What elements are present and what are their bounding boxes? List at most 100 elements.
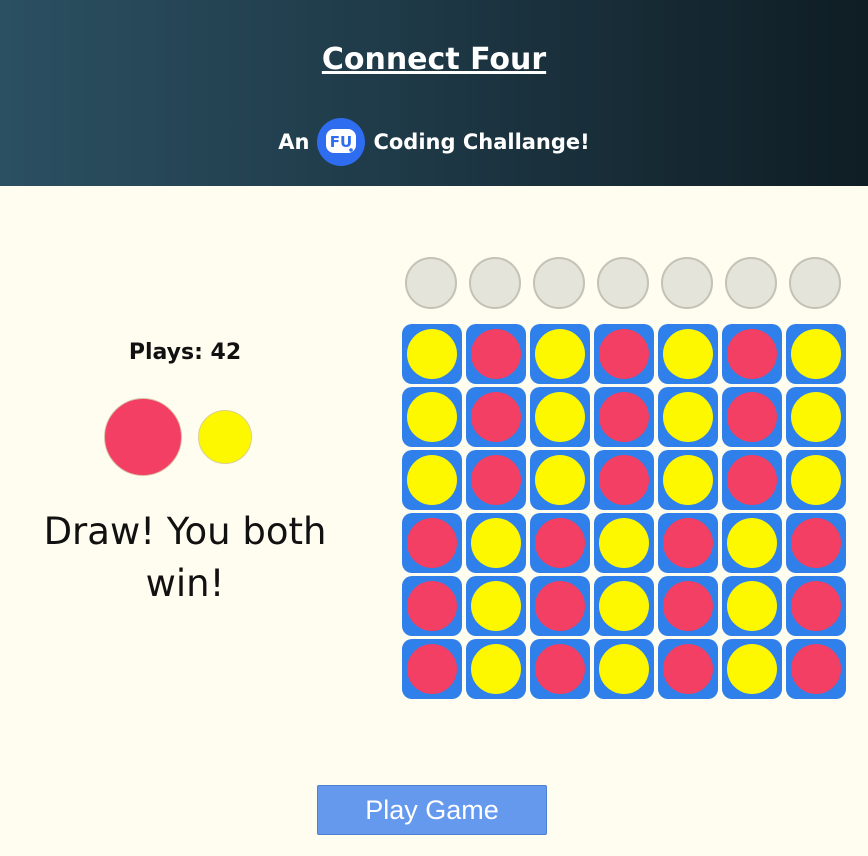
board-cell[interactable] (466, 387, 526, 447)
board-cell[interactable] (786, 450, 846, 510)
red-disc (535, 644, 585, 694)
board-cell[interactable] (658, 639, 718, 699)
red-disc (791, 581, 841, 631)
drop-slot-col-3[interactable] (533, 257, 585, 309)
red-disc (727, 329, 777, 379)
svg-text:FU: FU (330, 133, 352, 151)
board-cell[interactable] (658, 576, 718, 636)
red-disc (791, 644, 841, 694)
board-cell[interactable] (786, 513, 846, 573)
red-disc (535, 518, 585, 568)
board-cell[interactable] (722, 513, 782, 573)
red-disc (407, 518, 457, 568)
page-header: Connect Four An FU Coding Challange! (0, 0, 868, 186)
yellow-disc (471, 644, 521, 694)
board-cell[interactable] (402, 324, 462, 384)
drop-slot-col-6[interactable] (725, 257, 777, 309)
game-message: Draw! You both win! (43, 510, 327, 605)
yellow-disc (663, 329, 713, 379)
drop-slot-col-2[interactable] (469, 257, 521, 309)
board-cell[interactable] (402, 387, 462, 447)
yellow-disc (535, 392, 585, 442)
red-disc (727, 392, 777, 442)
board-cell[interactable] (658, 513, 718, 573)
board-cell[interactable] (530, 387, 590, 447)
board-cell[interactable] (722, 639, 782, 699)
yellow-disc (663, 392, 713, 442)
board-cell[interactable] (402, 576, 462, 636)
yellow-disc (407, 329, 457, 379)
drop-slot-col-4[interactable] (597, 257, 649, 309)
drop-slot-col-7[interactable] (789, 257, 841, 309)
red-disc (599, 392, 649, 442)
red-disc (663, 644, 713, 694)
board-cell[interactable] (594, 576, 654, 636)
yellow-disc (599, 518, 649, 568)
red-disc (407, 644, 457, 694)
red-disc (471, 329, 521, 379)
board-cell[interactable] (402, 450, 462, 510)
red-disc (599, 329, 649, 379)
board-cell[interactable] (466, 450, 526, 510)
subtitle-prefix: An (278, 130, 310, 154)
board-cell[interactable] (402, 513, 462, 573)
board-cell[interactable] (658, 324, 718, 384)
board-cell[interactable] (594, 639, 654, 699)
play-game-button[interactable]: Play Game (317, 785, 547, 835)
yellow-disc (727, 518, 777, 568)
board-cell[interactable] (786, 387, 846, 447)
game-board (402, 256, 848, 702)
board-cell[interactable] (594, 387, 654, 447)
board-cell[interactable] (594, 513, 654, 573)
status-panel: Plays: 42 Draw! You both win! (20, 340, 350, 605)
red-disc (599, 455, 649, 505)
board-cell[interactable] (722, 450, 782, 510)
board-cell[interactable] (658, 387, 718, 447)
fu-logo-icon: FU (317, 118, 366, 166)
red-disc (535, 581, 585, 631)
board-cell[interactable] (786, 324, 846, 384)
yellow-disc (791, 329, 841, 379)
board-cell[interactable] (722, 324, 782, 384)
red-disc (471, 455, 521, 505)
red-disc (791, 518, 841, 568)
board-cell[interactable] (530, 513, 590, 573)
board-cell[interactable] (658, 450, 718, 510)
yellow-disc (599, 581, 649, 631)
board-cell[interactable] (722, 576, 782, 636)
board-cell[interactable] (722, 387, 782, 447)
player-indicators (20, 396, 350, 476)
board-cell[interactable] (594, 450, 654, 510)
board-cell[interactable] (530, 576, 590, 636)
board-cell[interactable] (466, 324, 526, 384)
yellow-disc (471, 581, 521, 631)
board-cell[interactable] (594, 324, 654, 384)
yellow-disc (535, 329, 585, 379)
page-title: Connect Four (321, 42, 547, 77)
yellow-disc (727, 581, 777, 631)
subtitle-suffix: Coding Challange! (373, 130, 590, 154)
yellow-disc (791, 392, 841, 442)
player-yellow-indicator (198, 410, 252, 464)
board-cell[interactable] (530, 450, 590, 510)
red-disc (407, 581, 457, 631)
drop-slot-col-1[interactable] (405, 257, 457, 309)
board-cell[interactable] (530, 324, 590, 384)
yellow-disc (663, 455, 713, 505)
drop-slot-col-5[interactable] (661, 257, 713, 309)
yellow-disc (727, 644, 777, 694)
board-cell[interactable] (466, 513, 526, 573)
board-cell[interactable] (466, 576, 526, 636)
board-cell[interactable] (466, 639, 526, 699)
yellow-disc (407, 392, 457, 442)
board-cell[interactable] (530, 639, 590, 699)
board-cell[interactable] (402, 639, 462, 699)
player-red-indicator (104, 398, 182, 476)
yellow-disc (791, 455, 841, 505)
board-cell[interactable] (786, 639, 846, 699)
red-disc (663, 518, 713, 568)
yellow-disc (599, 644, 649, 694)
board-cell[interactable] (786, 576, 846, 636)
yellow-disc (407, 455, 457, 505)
yellow-disc (535, 455, 585, 505)
